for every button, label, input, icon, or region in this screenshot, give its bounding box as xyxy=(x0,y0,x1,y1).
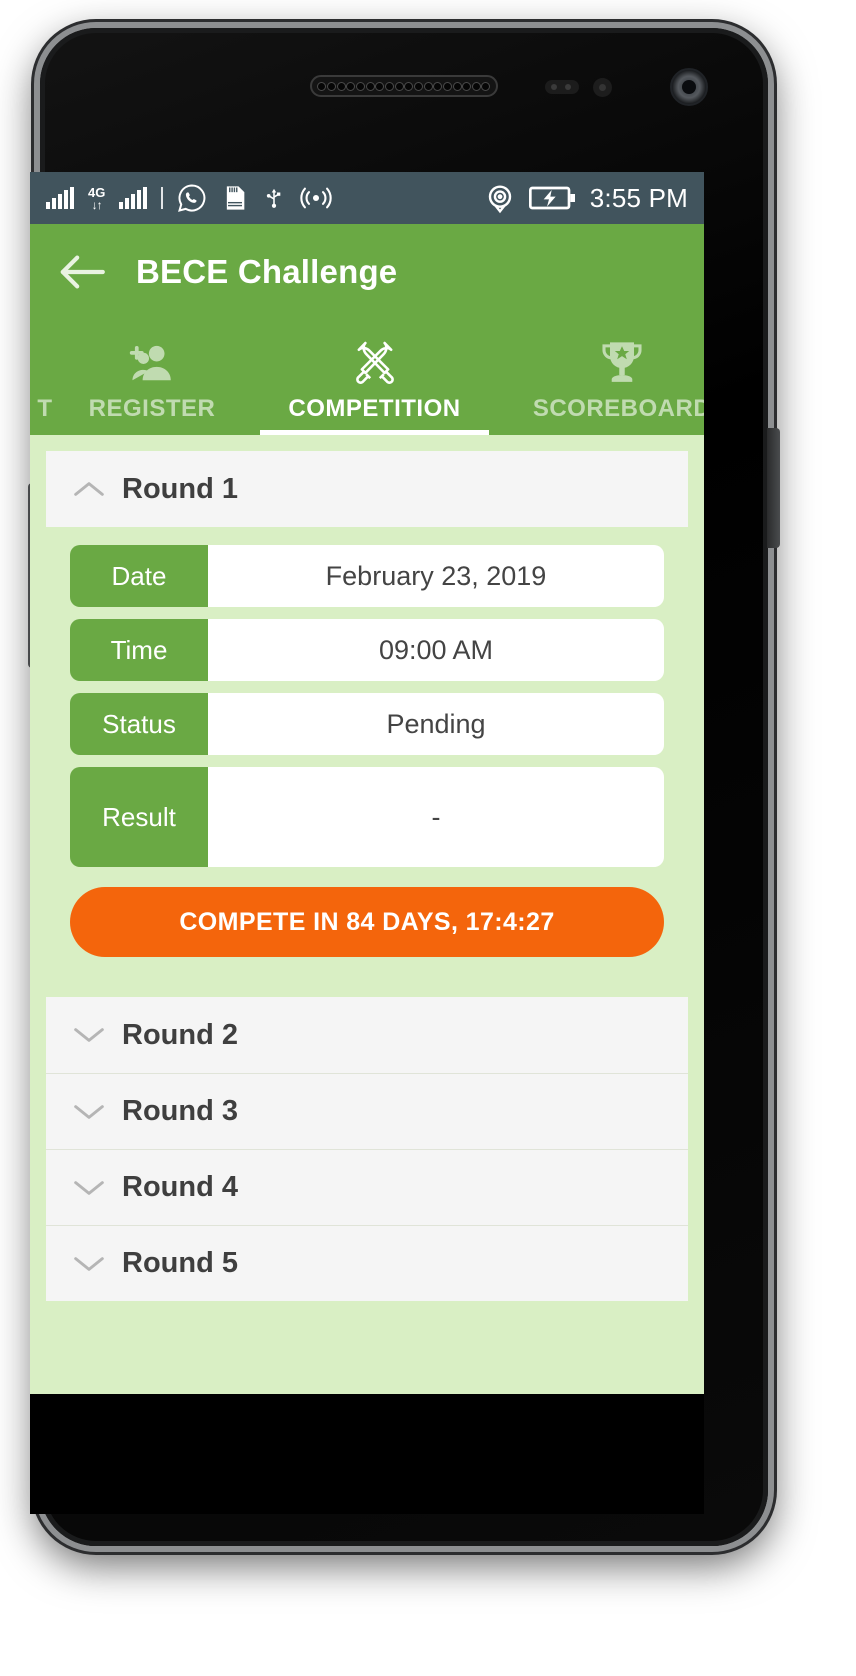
round-1-header[interactable]: Round 1 xyxy=(46,451,688,527)
chevron-down-icon xyxy=(68,1025,110,1045)
earpiece-speaker xyxy=(310,75,498,97)
back-button[interactable] xyxy=(54,248,110,296)
field-value-result: - xyxy=(208,767,664,867)
network-type-label: 4G xyxy=(88,184,106,200)
round-1-panel: Round 1 xyxy=(46,451,688,527)
front-camera-icon xyxy=(670,68,708,106)
field-label-result: Result xyxy=(70,767,208,867)
chevron-down-icon xyxy=(68,1102,110,1122)
round-1-body: Date February 23, 2019 Time 09:00 AM Sta… xyxy=(30,527,704,979)
usb-icon xyxy=(267,188,281,208)
round-3-title: Round 3 xyxy=(122,1095,238,1127)
proximity-sensor-icon xyxy=(545,80,579,94)
round-4-title: Round 4 xyxy=(122,1171,238,1203)
sd-card-icon xyxy=(227,186,245,210)
chevron-down-icon xyxy=(68,1254,110,1274)
field-label-date: Date xyxy=(70,545,208,607)
collapsed-rounds-list: Round 2 Round 3 Round 4 Round 5 xyxy=(46,997,688,1301)
app-bar: BECE Challenge T REGISTER COMPETITION SC… xyxy=(30,224,704,435)
field-row-result: Result - xyxy=(70,767,664,867)
phone-bottom-chin xyxy=(30,1394,704,1514)
back-arrow-icon xyxy=(60,255,105,289)
status-bar-right-icons: 3:55 PM xyxy=(484,182,688,214)
signal-bars-sim1-icon xyxy=(46,187,74,209)
round-1-title: Round 1 xyxy=(122,472,238,505)
add-person-icon xyxy=(127,337,177,389)
round-2-title: Round 2 xyxy=(122,1018,238,1051)
wifi-hotspot-icon xyxy=(300,187,332,209)
tab-bar: T REGISTER COMPETITION SCOREBOARD xyxy=(30,320,704,435)
crossed-swords-icon xyxy=(350,337,400,389)
page-title: BECE Challenge xyxy=(136,253,398,290)
whatsapp-icon xyxy=(178,184,206,212)
field-value-time: 09:00 AM xyxy=(208,619,664,681)
field-label-time: Time xyxy=(70,619,208,681)
status-bar-left-icons: 4G ↓↑ xyxy=(46,183,484,213)
compete-button[interactable]: COMPETE IN 84 DAYS, 17:4:27 xyxy=(70,887,664,957)
tab-competition[interactable]: COMPETITION xyxy=(252,320,497,435)
signal-bars-sim2-icon xyxy=(119,187,148,209)
round-5-header[interactable]: Round 5 xyxy=(46,1225,688,1301)
chevron-down-icon xyxy=(68,1178,110,1198)
screenshot-stage: 4G ↓↑ 3:55 PM BECE Challenge T REGISTER … xyxy=(0,0,856,1676)
tab-scoreboard[interactable]: SCOREBOARD xyxy=(497,320,704,435)
status-bar: 4G ↓↑ 3:55 PM xyxy=(30,172,704,224)
field-value-date: February 23, 2019 xyxy=(208,545,664,607)
field-row-time: Time 09:00 AM xyxy=(70,619,664,681)
tab-register-label: REGISTER xyxy=(88,395,216,422)
field-value-status: Pending xyxy=(208,693,664,755)
status-bar-clock: 3:55 PM xyxy=(589,182,688,213)
tab-partial-label: T xyxy=(37,395,52,422)
light-sensor-icon xyxy=(593,78,612,97)
battery-charging-icon xyxy=(528,186,575,210)
field-row-status: Status Pending xyxy=(70,693,664,755)
trophy-icon xyxy=(597,337,647,389)
4g-data-arrows-icon: 4G ↓↑ xyxy=(88,184,106,212)
app-bar-top-row: BECE Challenge xyxy=(30,224,704,320)
sim-separator xyxy=(161,187,164,209)
round-2-header[interactable]: Round 2 xyxy=(46,997,688,1073)
round-5-title: Round 5 xyxy=(122,1247,238,1279)
field-row-date: Date February 23, 2019 xyxy=(70,545,664,607)
competition-content: Round 1 Date February 23, 2019 Time 09:0… xyxy=(30,435,704,1394)
round-3-header[interactable]: Round 3 xyxy=(46,1073,688,1149)
chevron-up-icon xyxy=(68,479,110,499)
tab-competition-label: COMPETITION xyxy=(288,395,461,422)
phone-screen: 4G ↓↑ 3:55 PM BECE Challenge T REGISTER … xyxy=(30,172,704,1394)
tab-partial-left[interactable]: T xyxy=(30,320,52,435)
tab-register[interactable]: REGISTER xyxy=(52,320,252,435)
round-4-header[interactable]: Round 4 xyxy=(46,1149,688,1225)
field-label-status: Status xyxy=(70,693,208,755)
location-icon xyxy=(488,185,511,214)
power-button[interactable] xyxy=(767,428,780,548)
tab-scoreboard-label: SCOREBOARD xyxy=(532,395,704,422)
